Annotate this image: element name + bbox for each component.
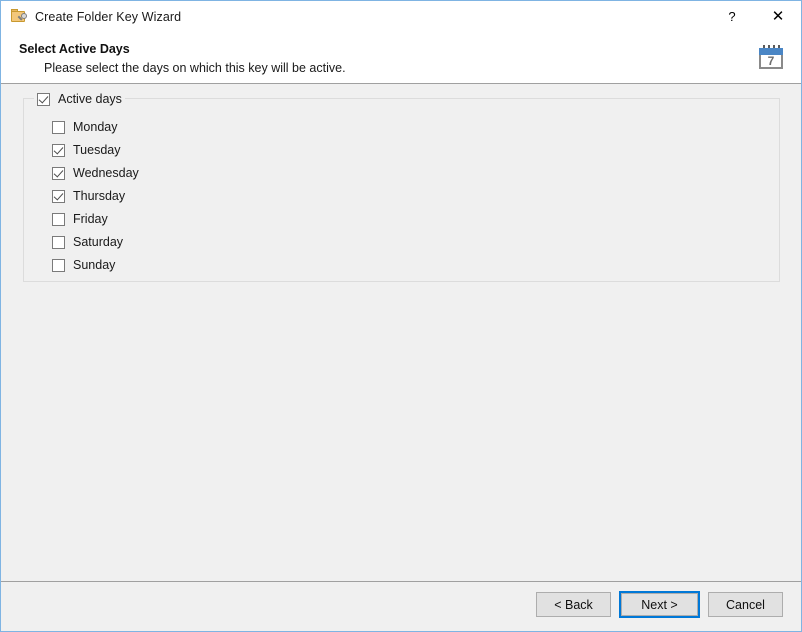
active-days-toggle[interactable]: Active days [34,91,125,107]
checkbox-sunday[interactable] [52,258,65,272]
checkbox-wednesday[interactable] [52,166,65,180]
button-row: < Back Next > Cancel [536,591,783,618]
label-monday: Monday [73,120,118,134]
label-saturday: Saturday [73,235,124,249]
label-sunday: Sunday [73,258,116,272]
day-row-sunday[interactable]: Sunday [52,257,115,273]
day-row-friday[interactable]: Friday [52,211,108,227]
checkbox-monday[interactable] [52,120,65,134]
active-days-checkbox[interactable] [37,92,50,106]
checkbox-thursday[interactable] [52,189,65,203]
active-days-label: Active days [58,92,122,106]
label-friday: Friday [73,212,108,226]
wizard-footer: < Back Next > Cancel [1,582,801,630]
checkbox-friday[interactable] [52,212,65,226]
help-button[interactable]: ? [709,1,755,32]
cancel-button[interactable]: Cancel [708,592,783,617]
page-title: Select Active Days [19,42,130,56]
wizard-header: Select Active Days Please select the day… [1,32,801,84]
checkbox-tuesday[interactable] [52,143,65,157]
label-tuesday: Tuesday [73,143,121,157]
label-thursday: Thursday [73,189,126,203]
day-row-thursday[interactable]: Thursday [52,188,125,204]
day-row-monday[interactable]: Monday [52,119,117,135]
page-subtitle: Please select the days on which this key… [44,61,346,75]
window-title: Create Folder Key Wizard [35,9,182,24]
calendar-icon: 7 [756,40,788,74]
next-button[interactable]: Next > [619,591,700,618]
active-days-groupbox: Active days Monday Tuesday Wednesday Thu… [23,91,780,282]
day-row-tuesday[interactable]: Tuesday [52,142,120,158]
checkbox-saturday[interactable] [52,235,65,249]
close-icon[interactable]: ✕ [755,1,801,32]
day-row-wednesday[interactable]: Wednesday [52,165,139,181]
calendar-day-number: 7 [767,54,775,68]
wizard-window: Create Folder Key Wizard ? ✕ Select Acti… [0,0,802,632]
label-wednesday: Wednesday [73,166,139,180]
day-row-saturday[interactable]: Saturday [52,234,123,250]
back-button[interactable]: < Back [536,592,611,617]
folder-key-icon [11,8,27,25]
title-bar: Create Folder Key Wizard ? ✕ [1,1,801,32]
window-controls: ? ✕ [709,1,801,32]
wizard-body: Active days Monday Tuesday Wednesday Thu… [1,84,801,582]
